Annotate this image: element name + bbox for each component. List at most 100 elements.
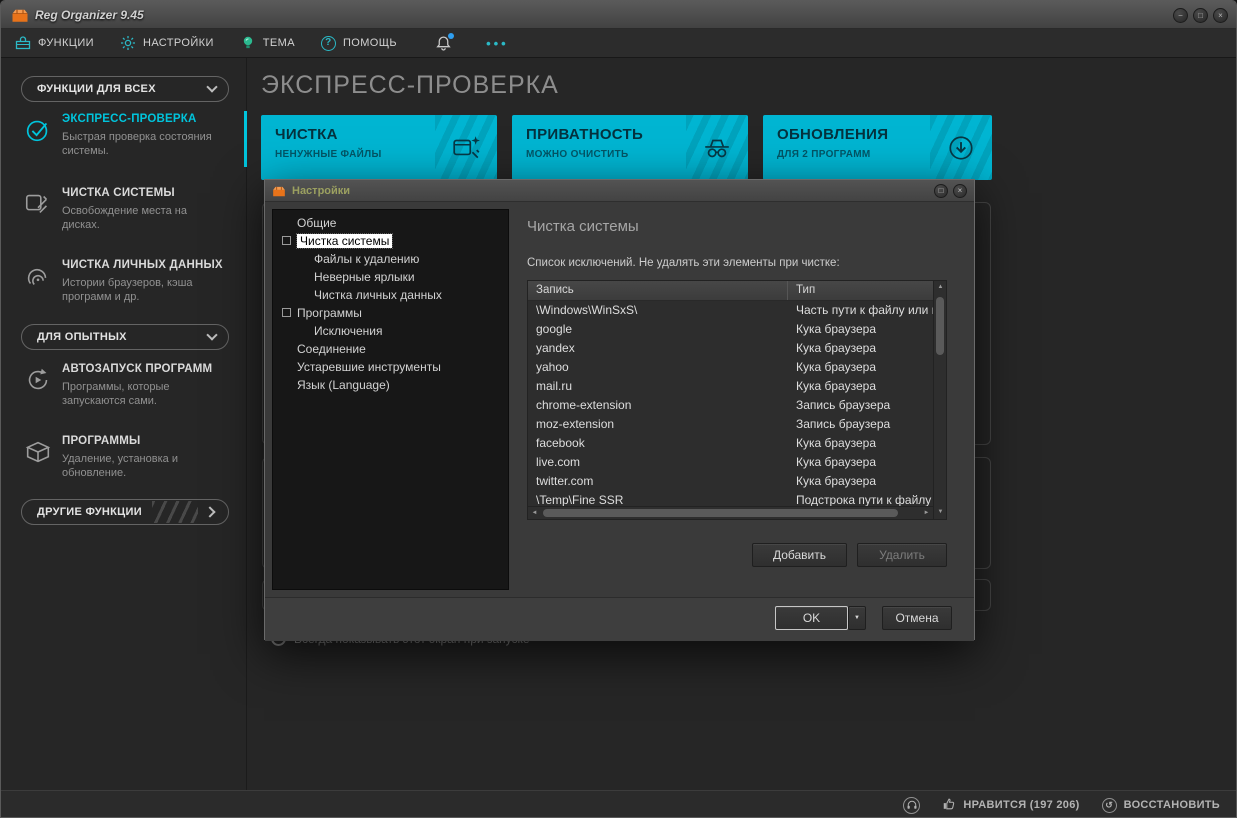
add-button[interactable]: Добавить — [752, 543, 847, 567]
column-header-entry[interactable]: Запись — [528, 281, 788, 300]
scroll-up-icon[interactable]: ▲ — [934, 281, 947, 294]
group-header-label: ДРУГИЕ ФУНКЦИИ — [37, 506, 142, 518]
window-title: Reg Organizer 9.45 — [35, 1, 144, 29]
chevron-right-icon — [204, 506, 215, 517]
settings-dialog: Настройки □ × Общие Чистка системы Файлы… — [264, 179, 975, 640]
table-row[interactable]: yahoo Кука браузера — [528, 358, 933, 377]
sidebar-group-functions-for-all[interactable]: ФУНКЦИИ ДЛЯ ВСЕХ — [21, 76, 229, 102]
ok-button[interactable]: OK — [775, 606, 848, 630]
titlebar[interactable]: Reg Organizer 9.45 − □ × — [1, 1, 1236, 29]
card-privacy[interactable]: ПРИВАТНОСТЬ МОЖНО ОЧИСТИТЬ — [512, 115, 748, 180]
minimize-button[interactable]: − — [1173, 8, 1188, 23]
column-header-type[interactable]: Тип — [788, 281, 933, 300]
tree-item-files-to-delete[interactable]: Файлы к удалению — [314, 252, 419, 268]
cell-entry: google — [528, 320, 788, 339]
like-button[interactable]: НРАВИТСЯ (197 206) — [942, 797, 1079, 814]
tree-item-general[interactable]: Общие — [297, 216, 336, 232]
ok-dropdown-button[interactable]: ▼ — [848, 606, 866, 630]
tree-item-programs[interactable]: Программы — [297, 306, 362, 322]
card-subtitle: НЕНУЖНЫЕ ФАЙЛЫ — [275, 149, 382, 160]
cell-entry: live.com — [528, 453, 788, 472]
sidebar-group-for-experienced[interactable]: ДЛЯ ОПЫТНЫХ — [21, 324, 229, 350]
scroll-right-icon[interactable]: ► — [920, 507, 933, 520]
tree-item-label[interactable]: Устаревшие инструменты — [297, 360, 441, 374]
cell-entry: moz-extension — [528, 415, 788, 434]
sidebar-item-subtitle: Истории браузеров, кэша программ и др. — [62, 276, 227, 304]
table-header[interactable]: Запись Тип — [528, 281, 933, 301]
cell-type: Кука браузера — [788, 453, 933, 472]
sidebar-item-system-cleanup[interactable]: ЧИСТКА СИСТЕМЫ Освобождение места на дис… — [1, 185, 247, 243]
table-row[interactable]: facebook Кука браузера — [528, 434, 933, 453]
sidebar-item-title: АВТОЗАПУСК ПРОГРАММ — [62, 363, 212, 375]
card-cleanup[interactable]: ЧИСТКА НЕНУЖНЫЕ ФАЙЛЫ — [261, 115, 497, 180]
sidebar-group-other-functions[interactable]: ДРУГИЕ ФУНКЦИИ — [21, 499, 229, 525]
tree-item-label[interactable]: Язык (Language) — [297, 378, 390, 392]
table-row[interactable]: \Temp\Fine SSR Подстрока пути к файлу — [528, 491, 933, 506]
dialog-titlebar[interactable]: Настройки □ × — [265, 180, 974, 202]
horizontal-scroll-thumb[interactable] — [543, 509, 898, 517]
tree-item-obsolete-tools[interactable]: Устаревшие инструменты — [297, 360, 441, 376]
cell-entry: mail.ru — [528, 377, 788, 396]
close-button[interactable]: × — [1213, 8, 1228, 23]
sidebar-item-programs[interactable]: ПРОГРАММЫ Удаление, установка и обновлен… — [1, 433, 247, 491]
toolbox-icon — [15, 35, 31, 51]
page-title: ЭКСПРЕСС-ПРОВЕРКА — [261, 71, 559, 100]
sidebar-item-title: ПРОГРАММЫ — [62, 435, 140, 447]
restore-button[interactable]: ↺ ВОССТАНОВИТЬ — [1102, 798, 1220, 813]
bell-icon — [435, 39, 452, 56]
active-indicator — [244, 111, 247, 167]
menu-functions[interactable]: ФУНКЦИИ — [15, 35, 94, 51]
dialog-maximize-button[interactable]: □ — [934, 184, 948, 198]
tree-item-connection[interactable]: Соединение — [297, 342, 366, 358]
tree-item-label[interactable]: Соединение — [297, 342, 366, 356]
tree-item-personal-data-cleanup[interactable]: Чистка личных данных — [314, 288, 442, 304]
notifications-bell[interactable] — [435, 35, 452, 52]
maximize-button[interactable]: □ — [1193, 8, 1208, 23]
menu-help[interactable]: ? ПОМОЩЬ — [321, 36, 397, 51]
table-row[interactable]: \Windows\WinSxS\ Часть пути к файлу или … — [528, 301, 933, 320]
table-row[interactable]: live.com Кука браузера — [528, 453, 933, 472]
tree-item-label[interactable]: Неверные ярлыки — [314, 270, 415, 284]
tree-item-exclusions[interactable]: Исключения — [314, 324, 383, 340]
tree-item-invalid-shortcuts[interactable]: Неверные ярлыки — [314, 270, 415, 286]
expander-minus-icon[interactable] — [282, 308, 291, 317]
vertical-scroll-thumb[interactable] — [936, 297, 944, 355]
sidebar-item-autostart[interactable]: АВТОЗАПУСК ПРОГРАММ Программы, которые з… — [1, 361, 247, 419]
table-row[interactable]: google Кука браузера — [528, 320, 933, 339]
table-row[interactable]: yandex Кука браузера — [528, 339, 933, 358]
support-headphones-button[interactable] — [903, 797, 920, 814]
sidebar-item-personal-data-cleanup[interactable]: ЧИСТКА ЛИЧНЫХ ДАННЫХ Истории браузеров, … — [1, 257, 247, 315]
tree-item-label[interactable]: Общие — [297, 216, 336, 230]
tree-item-label[interactable]: Программы — [297, 306, 362, 320]
vertical-scrollbar[interactable]: ▲ ▼ — [933, 281, 946, 519]
expander-minus-icon[interactable] — [282, 236, 291, 245]
sidebar-item-express-check[interactable]: ЭКСПРЕСС-ПРОВЕРКА Быстрая проверка состо… — [1, 111, 247, 169]
gear-icon — [120, 35, 136, 51]
horizontal-scrollbar[interactable]: ◄ ► — [528, 506, 933, 519]
cancel-button[interactable]: Отмена — [882, 606, 952, 630]
card-subtitle: ДЛЯ 2 ПРОГРАММ — [777, 149, 871, 160]
table-row[interactable]: moz-extension Запись браузера — [528, 415, 933, 434]
table-row[interactable]: mail.ru Кука браузера — [528, 377, 933, 396]
table-row[interactable]: twitter.com Кука браузера — [528, 472, 933, 491]
scroll-left-icon[interactable]: ◄ — [528, 507, 541, 520]
tree-item-label[interactable]: Исключения — [314, 324, 383, 338]
delete-button[interactable]: Удалить — [857, 543, 947, 567]
tree-item-label[interactable]: Чистка системы — [297, 234, 392, 248]
dialog-close-button[interactable]: × — [953, 184, 967, 198]
menu-theme[interactable]: ТЕМА — [240, 35, 295, 51]
thumbs-up-icon — [942, 797, 956, 814]
card-updates[interactable]: ОБНОВЛЕНИЯ ДЛЯ 2 ПРОГРАММ — [763, 115, 992, 180]
tree-item-label[interactable]: Чистка личных данных — [314, 288, 442, 302]
app-logo-icon — [11, 6, 29, 24]
tree-item-language[interactable]: Язык (Language) — [297, 378, 390, 394]
sidebar-item-title: ЭКСПРЕСС-ПРОВЕРКА — [62, 113, 197, 125]
restore-label: ВОССТАНОВИТЬ — [1124, 799, 1220, 811]
tree-item-label[interactable]: Файлы к удалению — [314, 252, 419, 266]
menu-more[interactable]: ••• — [486, 36, 509, 51]
tree-item-system-cleanup[interactable]: Чистка системы — [297, 234, 392, 250]
table-row[interactable]: chrome-extension Запись браузера — [528, 396, 933, 415]
sidebar-item-title: ЧИСТКА ЛИЧНЫХ ДАННЫХ — [62, 259, 223, 271]
scroll-down-icon[interactable]: ▼ — [934, 506, 947, 519]
menu-settings[interactable]: НАСТРОЙКИ — [120, 35, 214, 51]
